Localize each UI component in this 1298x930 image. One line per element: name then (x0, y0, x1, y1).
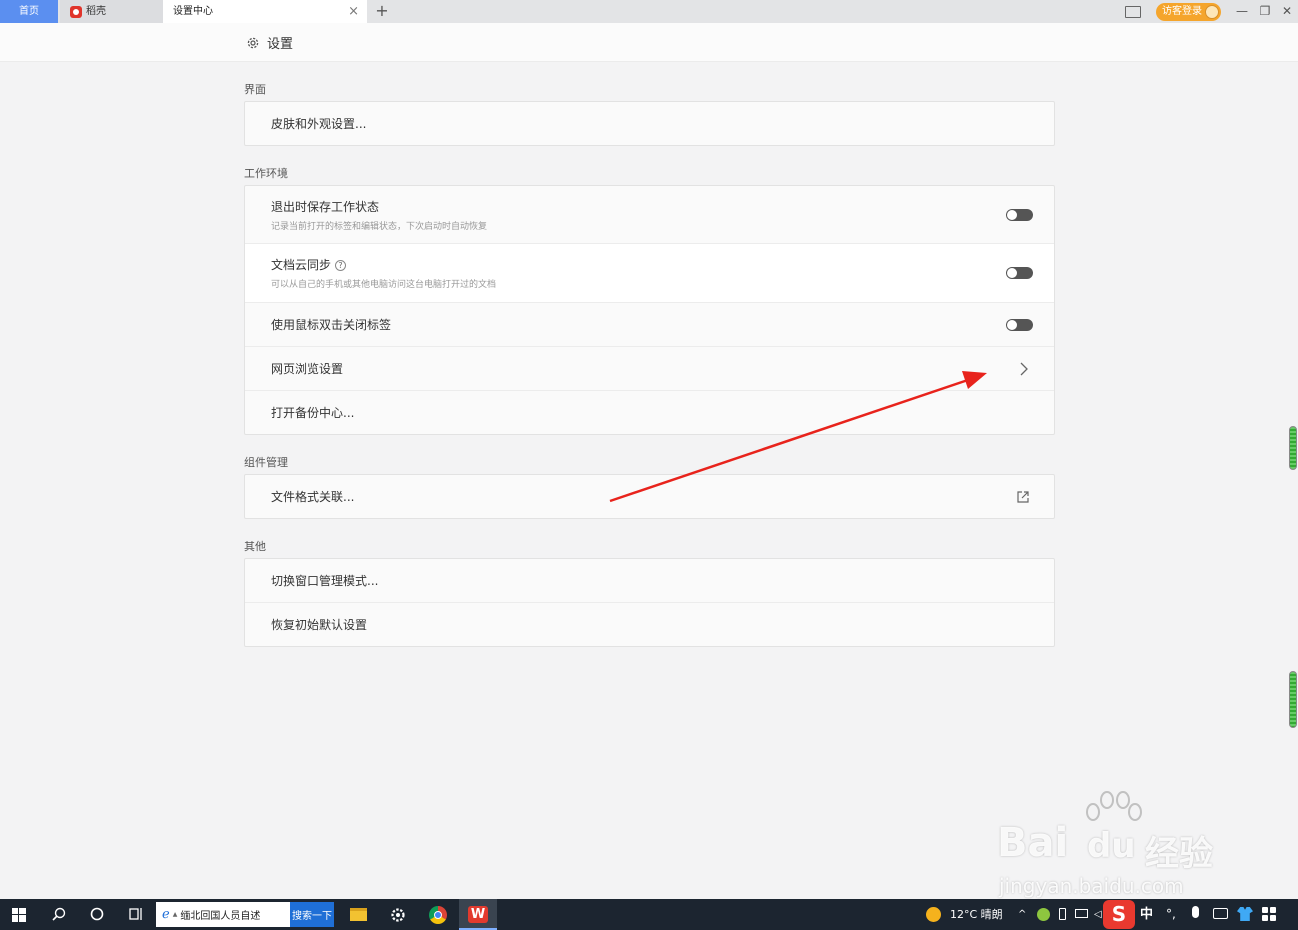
keyboard-icon[interactable] (1213, 908, 1228, 919)
file-explorer-icon[interactable] (339, 899, 377, 930)
windows-start-icon[interactable] (12, 908, 26, 930)
tray-expand-icon[interactable]: ^ (1018, 899, 1026, 930)
search-button-label: 搜索一下 (292, 911, 332, 922)
taskbar: ℯ ▲ 缅北回国人员自述 搜索一下 W 12°C 晴朗 ^ ◁ S 中 °, (0, 899, 1298, 930)
task-view-icon[interactable] (129, 907, 144, 921)
annotation-arrow (609, 371, 987, 503)
sogou-ime-icon[interactable]: S (1103, 900, 1135, 929)
taskbar-search-button[interactable]: 搜索一下 (290, 902, 334, 927)
wps-office-icon[interactable]: W (459, 899, 497, 930)
settings-gear-icon[interactable] (379, 899, 417, 930)
toolbox-grid-icon[interactable] (1262, 907, 1276, 921)
taskbar-search-box[interactable]: ℯ ▲ 缅北回国人员自述 (156, 902, 290, 927)
ime-mode[interactable]: 中 (1140, 899, 1153, 930)
weather-text[interactable]: 12°C 晴朗 (950, 899, 1003, 930)
dropdown-icon: ▲ (172, 911, 178, 918)
scroll-indicator-upper (1289, 426, 1297, 470)
tray-app-icon[interactable] (1037, 908, 1050, 921)
search-icon[interactable] (52, 907, 66, 921)
microphone-icon[interactable] (1192, 906, 1199, 918)
chrome-icon[interactable] (419, 899, 457, 930)
usb-icon[interactable] (1059, 908, 1066, 920)
volume-icon[interactable]: ◁ (1094, 899, 1102, 930)
taskbar-search-text: 缅北回国人员自述 (180, 911, 261, 922)
cortana-icon[interactable] (90, 907, 104, 921)
skin-shirt-icon[interactable] (1237, 907, 1253, 921)
scroll-indicator-lower (1289, 671, 1297, 728)
weather-sun-icon (926, 907, 941, 922)
punctuation-icon[interactable]: °, (1166, 899, 1176, 930)
network-icon[interactable] (1075, 909, 1088, 918)
ie-icon: ℯ (162, 907, 170, 922)
